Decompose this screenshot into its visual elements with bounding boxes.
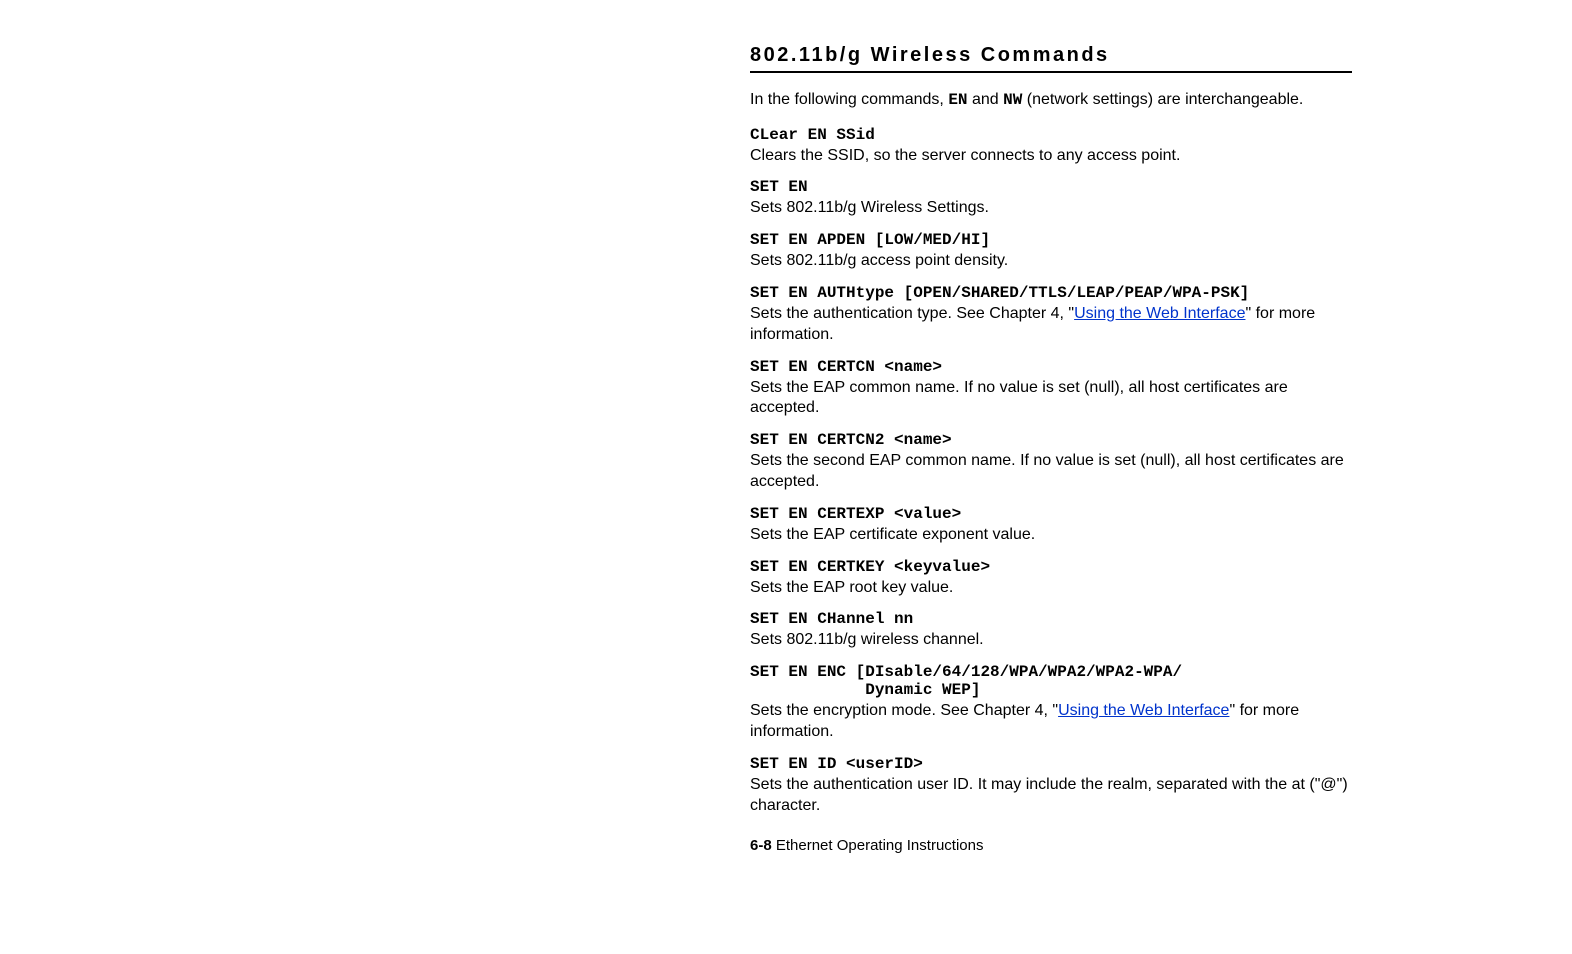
cross-reference-link[interactable]: Using the Web Interface [1074, 305, 1245, 322]
description-text: Clears the SSID, so the server connects … [750, 147, 1180, 164]
command-description: Sets the second EAP common name. If no v… [750, 451, 1352, 493]
intro-text-mid: and [972, 91, 1003, 108]
description-text: Sets the EAP certificate exponent value. [750, 526, 1035, 543]
description-text: Sets 802.11b/g wireless channel. [750, 631, 984, 648]
document-page: 802.11b/g Wireless Commands In the follo… [0, 0, 1572, 954]
command-description: Sets the authentication type. See Chapte… [750, 304, 1352, 346]
command-syntax: SET EN ID <userID> [750, 755, 1352, 773]
command-syntax: SET EN AUTHtype [OPEN/SHARED/TTLS/LEAP/P… [750, 284, 1352, 302]
intro-text-pre: In the following commands, [750, 91, 948, 108]
command-syntax: SET EN CERTCN2 <name> [750, 431, 1352, 449]
command-syntax: SET EN CERTKEY <keyvalue> [750, 558, 1352, 576]
description-text: Sets the encryption mode. See Chapter 4,… [750, 702, 1058, 719]
description-text: Sets the second EAP common name. If no v… [750, 452, 1344, 490]
command-entry: CLear EN SSid Clears the SSID, so the ser… [750, 126, 1352, 167]
description-text: Sets 802.11b/g access point density. [750, 252, 1008, 269]
command-entry: SET EN ENC [DIsable/64/128/WPA/WPA2/WPA2… [750, 663, 1352, 743]
command-description: Sets the EAP root key value. [750, 578, 1352, 599]
command-description: Sets 802.11b/g Wireless Settings. [750, 198, 1352, 219]
command-syntax: SET EN CERTCN <name> [750, 358, 1352, 376]
command-entry: SET EN CERTEXP <value> Sets the EAP certi… [750, 505, 1352, 546]
intro-code-nw: NW [1003, 91, 1022, 109]
section-title: 802.11b/g Wireless Commands [750, 44, 1352, 73]
intro-paragraph: In the following commands, EN and NW (ne… [750, 89, 1352, 112]
command-syntax: SET EN ENC [DIsable/64/128/WPA/WPA2/WPA2… [750, 663, 1352, 699]
command-entry: SET EN AUTHtype [OPEN/SHARED/TTLS/LEAP/P… [750, 284, 1352, 346]
command-syntax: SET EN [750, 178, 1352, 196]
command-description: Sets the EAP common name. If no value is… [750, 378, 1352, 420]
command-list: CLear EN SSid Clears the SSID, so the ser… [750, 126, 1352, 817]
intro-code-en: EN [948, 91, 967, 109]
description-text: Sets the authentication type. See Chapte… [750, 305, 1074, 322]
page-footer: 6-8 Ethernet Operating Instructions [750, 837, 983, 854]
command-syntax: CLear EN SSid [750, 126, 1352, 144]
command-entry: SET EN CERTCN2 <name> Sets the second EAP… [750, 431, 1352, 493]
command-description: Sets 802.11b/g access point density. [750, 251, 1352, 272]
description-text: Sets the EAP common name. If no value is… [750, 379, 1288, 417]
description-text: Sets the EAP root key value. [750, 579, 953, 596]
command-description: Sets the encryption mode. See Chapter 4,… [750, 701, 1352, 743]
command-description: Sets the EAP certificate exponent value. [750, 525, 1352, 546]
description-text: Sets 802.11b/g Wireless Settings. [750, 199, 989, 216]
command-entry: SET EN CERTKEY <keyvalue> Sets the EAP ro… [750, 558, 1352, 599]
cross-reference-link[interactable]: Using the Web Interface [1058, 702, 1229, 719]
footer-suffix: Ethernet Operating Instructions [772, 837, 984, 854]
command-entry: SET EN Sets 802.11b/g Wireless Settings. [750, 178, 1352, 219]
page-number: 6-8 [750, 837, 772, 854]
description-text: Sets the authentication user ID. It may … [750, 776, 1348, 814]
command-entry: SET EN CERTCN <name> Sets the EAP common … [750, 358, 1352, 420]
command-syntax: SET EN APDEN [LOW/MED/HI] [750, 231, 1352, 249]
command-syntax: SET EN CERTEXP <value> [750, 505, 1352, 523]
command-entry: SET EN ID <userID> Sets the authenticatio… [750, 755, 1352, 817]
command-description: Sets 802.11b/g wireless channel. [750, 630, 1352, 651]
command-entry: SET EN CHannel nn Sets 802.11b/g wireless… [750, 610, 1352, 651]
command-description: Clears the SSID, so the server connects … [750, 146, 1352, 167]
intro-text-post: (network settings) are interchangeable. [1027, 91, 1304, 108]
command-entry: SET EN APDEN [LOW/MED/HI] Sets 802.11b/g … [750, 231, 1352, 272]
command-description: Sets the authentication user ID. It may … [750, 775, 1352, 817]
command-syntax: SET EN CHannel nn [750, 610, 1352, 628]
